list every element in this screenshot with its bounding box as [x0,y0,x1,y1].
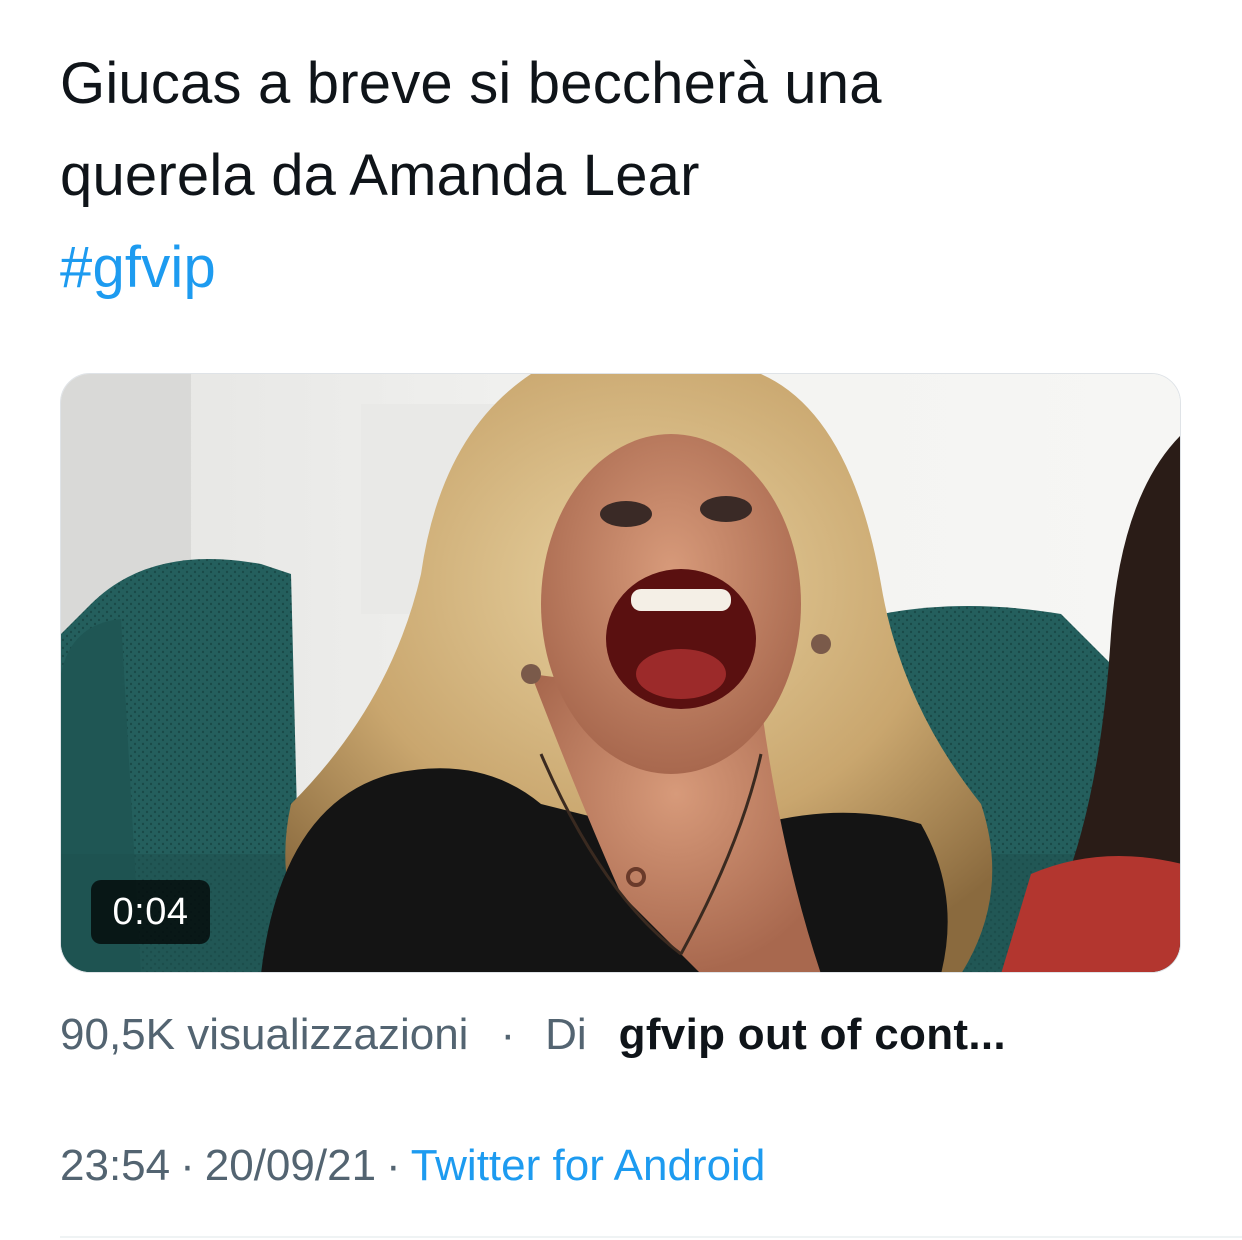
tweet-text: Giucas a breve si beccherà una querela d… [60,38,1180,314]
hashtag-link[interactable]: #gfvip [60,235,216,300]
video-frame-image [61,374,1180,972]
divider [60,1236,1242,1238]
video-duration-badge: 0:04 [91,880,210,944]
tweet-text-line: Giucas a breve si beccherà una [60,51,882,116]
tweet-date[interactable]: 20/09/21 [205,1136,376,1196]
view-count: 90,5K visualizzazioni [60,1010,469,1059]
tweet-time[interactable]: 23:54 [60,1136,170,1196]
video-thumbnail[interactable]: 0:04 [60,373,1181,973]
tweet-text-line: querela da Amanda Lear [60,143,700,208]
by-label: Di [545,1010,587,1059]
separator-dot: · [386,1141,401,1190]
separator-dot: · [180,1141,195,1190]
views-attribution-row: 90,5K visualizzazioni · Di gfvip out of con… [60,1005,1006,1065]
separator-dot: · [500,1010,516,1059]
author-link[interactable]: gfvip out of cont... [619,1005,1006,1065]
tweet-meta-row: 23:54 · 20/09/21 · Twitter for Android [60,1136,765,1196]
source-link[interactable]: Twitter for Android [411,1136,766,1196]
